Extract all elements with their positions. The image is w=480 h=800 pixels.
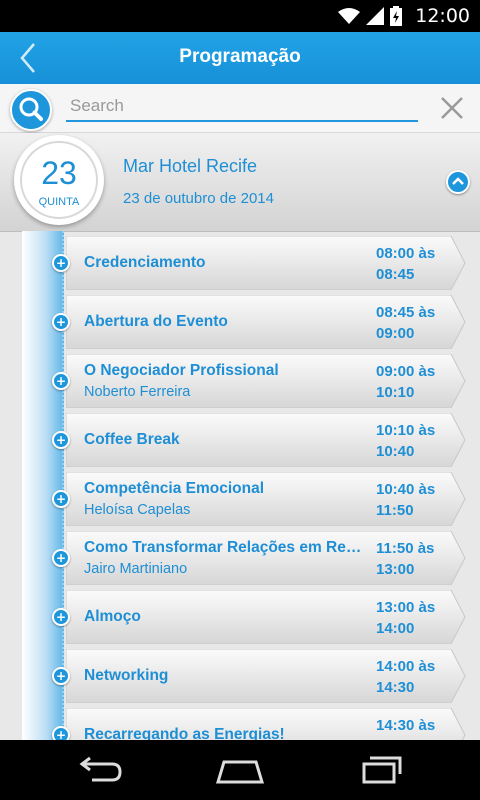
chevron-up-icon — [452, 177, 464, 185]
session-title: Networking — [84, 667, 169, 684]
session-end-time: 13:00 — [376, 561, 415, 578]
session-end-time: 10:40 — [376, 443, 415, 460]
status-time: 12:00 — [415, 5, 470, 27]
session-start-time: 08:00 às — [376, 245, 436, 262]
session-end-time: 11:50 — [376, 502, 414, 519]
search-button[interactable] — [10, 89, 52, 131]
session-row[interactable]: + Coffee Break 10:10 às 10:40 — [52, 413, 466, 467]
session-row[interactable]: + Almoço 13:00 às 14:00 — [52, 590, 466, 644]
session-title: Recarregando as Energias! — [84, 726, 285, 740]
session-title: Competência Emocional — [84, 480, 265, 497]
session-row[interactable]: + Como Transformar Relações em Resultados… — [52, 531, 466, 585]
session-title: Credenciamento — [84, 254, 206, 271]
session-title: Como Transformar Relações em Resultados — [84, 539, 366, 556]
signal-icon — [366, 7, 384, 25]
date-weekday: QUINTA — [38, 196, 80, 208]
session-end-time: 08:45 — [376, 266, 415, 283]
wifi-icon — [338, 8, 360, 24]
date-day-number: 23 — [41, 155, 77, 191]
nav-back-button[interactable] — [70, 754, 130, 786]
status-icons — [338, 6, 402, 26]
session-title: Abertura do Evento — [84, 313, 228, 330]
collapse-button[interactable] — [446, 170, 470, 194]
session-start-time: 14:30 às — [376, 717, 436, 734]
session-row[interactable]: + Networking 14:00 às 14:30 — [52, 649, 466, 703]
session-end-time: 14:30 — [376, 679, 415, 696]
session-row[interactable]: +Recarregando as Energias!14:30 às14:55 — [52, 708, 466, 740]
search-bar — [0, 84, 480, 133]
date-text: 23 de outubro de 2014 — [123, 190, 274, 207]
session-end-time: 09:00 — [376, 325, 415, 342]
search-input[interactable] — [66, 92, 418, 122]
nav-back-icon — [79, 756, 122, 782]
session-row[interactable]: + Competência Emocional Heloísa Capelas 10:… — [52, 472, 466, 526]
session-row[interactable]: + Credenciamento 08:00 às 08:45 — [52, 236, 466, 290]
session-row[interactable]: + O Negociador Profissional Noberto Ferrei… — [52, 354, 466, 408]
session-title: Almoço — [84, 608, 141, 625]
session-start-time: 11:50 às — [376, 540, 435, 557]
session-end-time: 14:00 — [376, 620, 415, 637]
plus-icon[interactable]: + — [52, 667, 70, 685]
session-start-time: 10:10 às — [376, 422, 436, 439]
session-speaker: Heloísa Capelas — [84, 502, 191, 518]
session-start-time: 08:45 às — [376, 304, 436, 321]
close-icon — [441, 97, 463, 119]
session-start-time: 09:00 às — [376, 363, 436, 380]
home-icon — [215, 760, 265, 784]
session-speaker: Jairo Martiniano — [84, 561, 188, 577]
plus-icon[interactable]: + — [52, 549, 70, 567]
page-title: Programação — [179, 46, 301, 67]
plus-icon[interactable]: + — [52, 313, 70, 331]
nav-recents-button[interactable] — [350, 754, 410, 786]
session-speaker: Noberto Ferreira — [84, 384, 191, 400]
clear-search-button[interactable] — [438, 94, 466, 122]
nav-bar — [0, 740, 480, 800]
battery-icon — [390, 6, 402, 26]
date-badge-inner: 23 QUINTA — [20, 141, 98, 219]
session-end-time: 10:10 — [376, 384, 415, 401]
recents-icon — [362, 756, 402, 784]
search-icon — [19, 97, 43, 121]
plus-icon[interactable]: + — [52, 726, 70, 740]
plus-icon[interactable]: + — [52, 431, 70, 449]
session-start-time: 13:00 às — [376, 599, 436, 616]
plus-icon[interactable]: + — [52, 254, 70, 272]
app-bar: Programação — [0, 32, 480, 84]
plus-icon[interactable]: + — [52, 608, 70, 626]
session-title: O Negociador Profissional — [84, 362, 279, 379]
session-row[interactable]: + Abertura do Evento 08:45 às 09:00 — [52, 295, 466, 349]
nav-home-button[interactable] — [210, 754, 270, 786]
session-start-time: 10:40 às — [376, 481, 436, 498]
date-badge: 23 QUINTA — [14, 135, 104, 225]
status-bar: 12:00 — [0, 0, 480, 32]
plus-icon[interactable]: + — [52, 372, 70, 390]
plus-icon[interactable]: + — [52, 490, 70, 508]
session-title: Coffee Break — [84, 431, 180, 448]
session-list: + Credenciamento 08:00 às 08:45 + Abertura do… — [0, 236, 480, 740]
venue-name: Mar Hotel Recife — [123, 156, 258, 176]
session-start-time: 14:00 às — [376, 658, 436, 675]
